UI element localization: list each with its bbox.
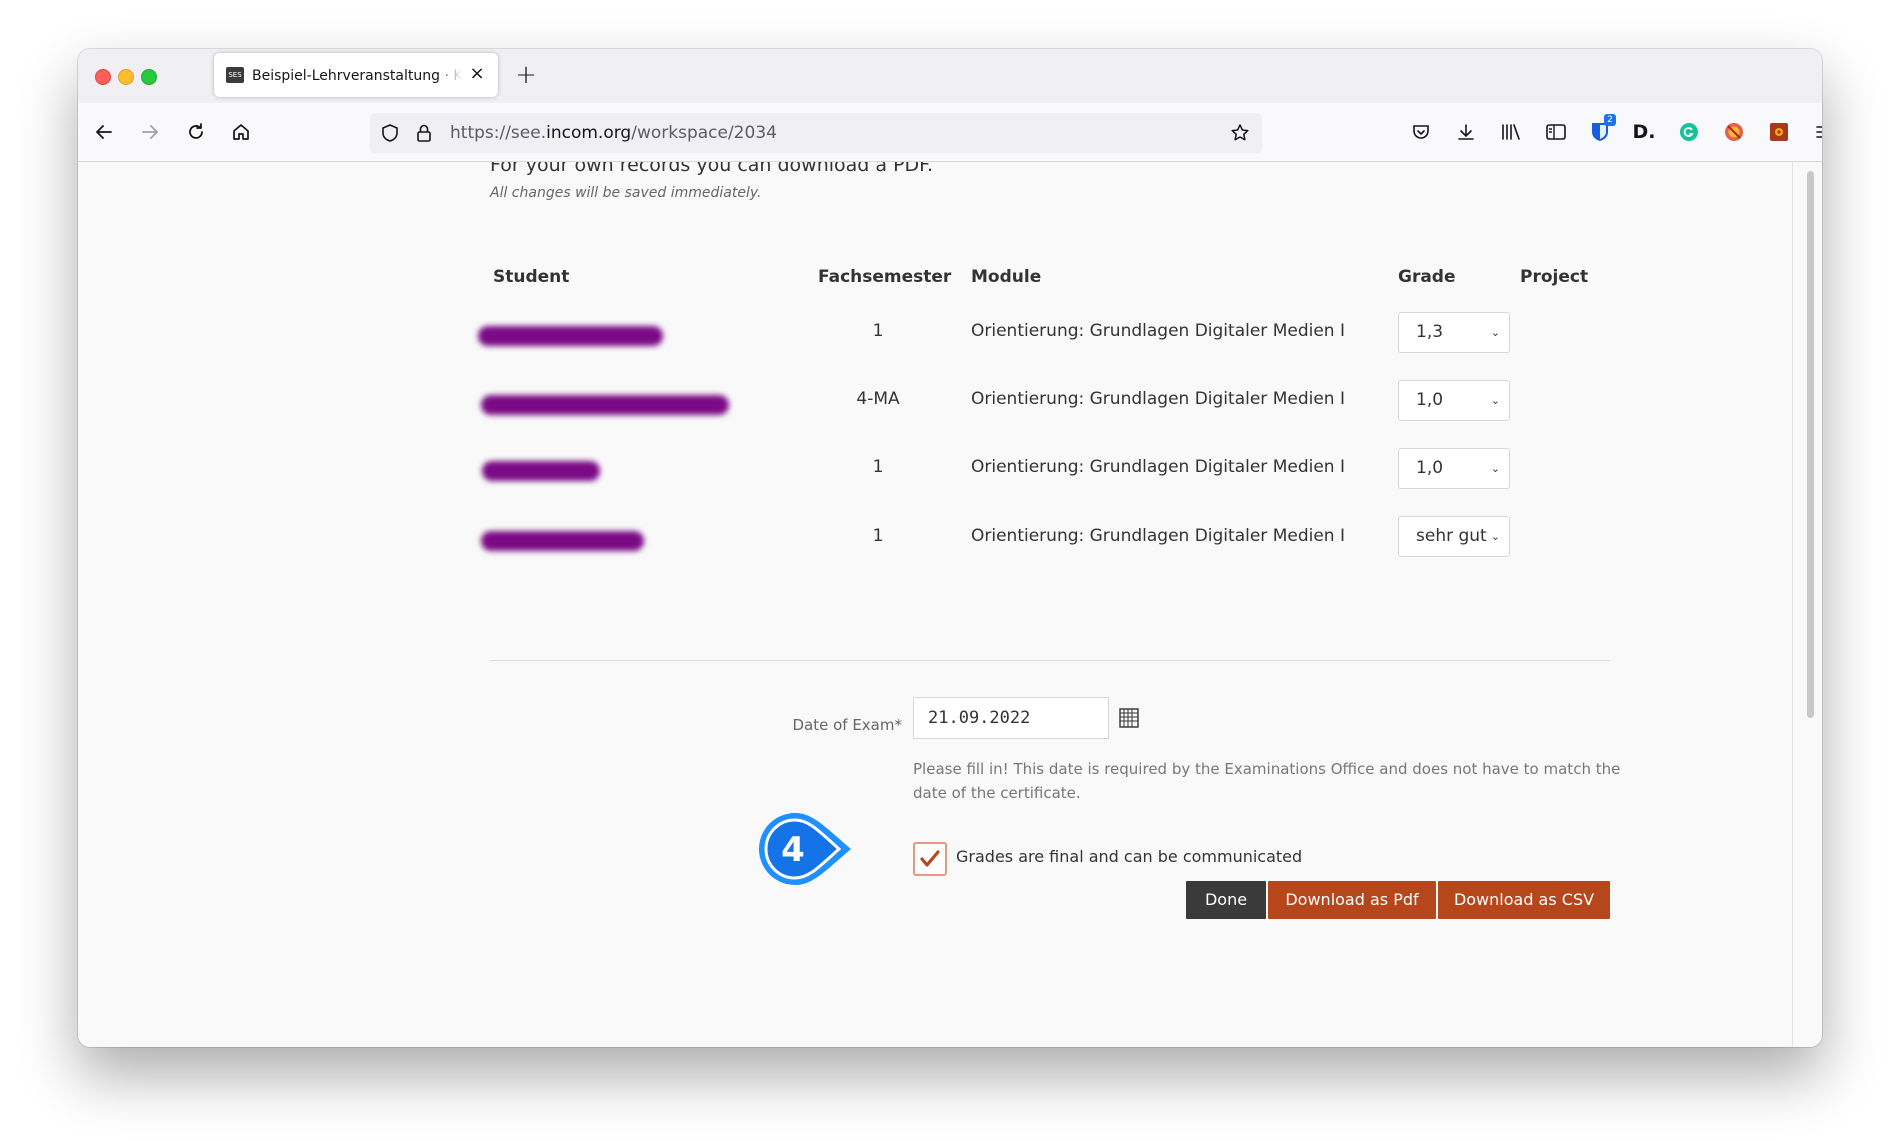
tab-close-icon[interactable]: × [466,63,488,85]
pocket-button[interactable] [1405,116,1437,148]
dlogo-icon: D. [1632,121,1656,143]
scroll-thumb[interactable] [1807,171,1814,718]
row-1-grade-select[interactable]: 1,3 ⌄ [1398,312,1510,353]
minimize-window-button[interactable] [118,69,134,85]
close-window-button[interactable] [95,69,111,85]
page-scrollbar[interactable] [1792,162,1818,1047]
bookmark-star-icon[interactable] [1230,123,1250,143]
header-module: Module [971,267,1042,287]
step-marker: 4 [759,813,851,885]
home-icon [233,124,249,140]
row-1-grade-value: 1,3 [1416,322,1444,342]
reload-icon [189,123,203,139]
library-button[interactable] [1495,116,1527,148]
gear-extension[interactable] [1763,116,1795,148]
blocker-icon [1725,123,1743,141]
page-content: For your own records you can download a … [78,162,1822,1047]
bitwarden-badge: 2 [1604,114,1616,126]
d-extension[interactable]: D. [1628,116,1660,148]
download-csv-button[interactable]: Download as CSV [1438,881,1610,919]
date-of-exam-label: Date of Exam* [792,716,902,734]
row-1-semester: 1 [872,321,884,341]
zoom-window-button[interactable] [141,69,157,85]
row-1-module: Orientierung: Grundlagen Digitaler Medie… [971,321,1345,341]
date-of-exam-value: 21.09.2022 [928,708,1031,728]
download-icon [1458,124,1474,140]
scroll-track-line [1792,162,1793,1047]
chevron-down-icon: ⌄ [1490,326,1500,339]
bitwarden-extension[interactable]: 2 [1584,114,1616,148]
redacted-student-name [478,326,663,346]
date-hint: Please fill in! This date is required by… [913,760,1621,802]
url-text: https://see.incom.org/workspace/2034 [450,113,777,153]
arrow-left-icon [96,125,112,139]
address-bar[interactable]: https://see.incom.org/workspace/2034 [370,113,1262,153]
grades-final-label[interactable]: Grades are final and can be communicated [956,847,1302,866]
gear-extension-icon [1770,123,1788,141]
downloads-button[interactable] [1450,116,1482,148]
row-2-grade-select[interactable]: 1,0 ⌄ [1398,380,1510,421]
grades-final-checkbox[interactable] [913,842,947,876]
step-number: 4 [781,830,805,870]
row-3-module: Orientierung: Grundlagen Digitaler Medie… [971,457,1345,477]
site-favicon-icon: SES [226,67,244,83]
forward-button[interactable] [134,116,166,148]
checkmark-icon [920,850,940,867]
section-divider [490,660,1610,661]
redacted-student-name [481,395,729,415]
tab-strip: SES Beispiel-Lehrveranstaltung · KHI × + [78,49,1822,103]
row-4-grade-value: sehr gut [1416,526,1487,546]
pdf-info-text: For your own records you can download a … [490,162,934,176]
autosave-note: All changes will be saved immediately. [490,185,762,201]
new-tab-button[interactable]: + [511,60,541,90]
navigation-toolbar: https://see.incom.org/workspace/2034 2 D… [78,103,1822,162]
app-menu-button[interactable] [1808,116,1822,148]
row-3-grade-select[interactable]: 1,0 ⌄ [1398,448,1510,489]
url-path: /workspace/2034 [631,123,777,143]
row-2-grade-value: 1,0 [1416,390,1444,410]
date-of-exam-input[interactable]: 21.09.2022 [913,697,1109,739]
header-fachsemester: Fachsemester [818,267,952,287]
row-4-grade-select[interactable]: sehr gut ⌄ [1398,516,1510,557]
calendar-icon[interactable] [1118,707,1140,729]
active-tab[interactable]: SES Beispiel-Lehrveranstaltung · KHI × [214,53,498,97]
done-button[interactable]: Done [1186,881,1266,919]
download-pdf-button[interactable]: Download as Pdf [1268,881,1436,919]
chevron-down-icon: ⌄ [1490,394,1500,407]
redacted-student-name [481,531,644,551]
row-4-module: Orientierung: Grundlagen Digitaler Medie… [971,526,1345,546]
reader-view-icon [1546,124,1566,140]
row-2-module: Orientierung: Grundlagen Digitaler Medie… [971,389,1345,409]
lock-icon [417,124,431,142]
row-4-semester: 1 [872,526,884,546]
pocket-icon [1413,125,1429,139]
shield-icon [382,124,398,142]
home-button[interactable] [225,116,257,148]
chevron-down-icon: ⌄ [1490,462,1500,475]
redacted-student-name [482,461,600,481]
arrow-right-icon [142,125,158,139]
sidebar-button[interactable] [1540,116,1572,148]
header-project: Project [1520,267,1589,287]
row-3-semester: 1 [872,457,884,477]
reload-button[interactable] [180,116,212,148]
back-button[interactable] [88,116,120,148]
url-host: incom.org [546,123,632,143]
header-student: Student [493,267,570,287]
url-prefix: https://see. [450,123,547,143]
grammarly-extension[interactable] [1673,116,1705,148]
tab-title: Beispiel-Lehrveranstaltung · KHI [252,68,462,84]
hamburger-menu-icon [1816,126,1822,138]
chevron-down-icon: ⌄ [1490,530,1500,543]
grammarly-icon [1680,123,1698,141]
library-icon [1502,124,1520,140]
blocker-extension[interactable] [1718,116,1750,148]
row-2-semester: 4-MA [856,389,900,409]
browser-window: SES Beispiel-Lehrveranstaltung · KHI × +… [78,49,1822,1047]
header-grade: Grade [1398,267,1456,287]
row-3-grade-value: 1,0 [1416,458,1444,478]
